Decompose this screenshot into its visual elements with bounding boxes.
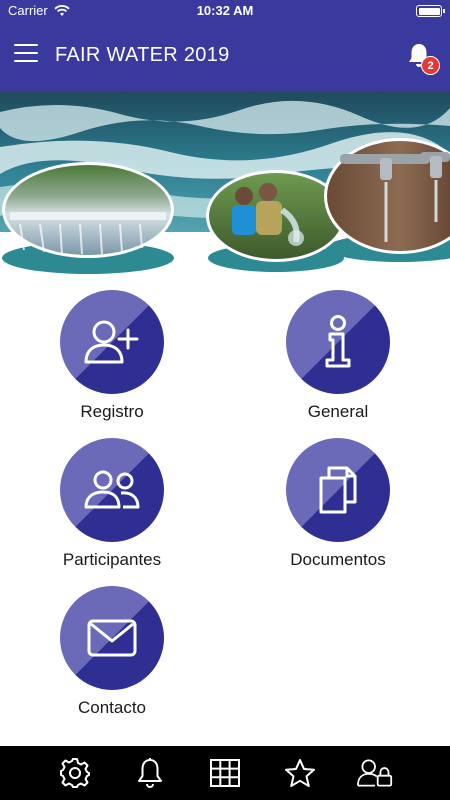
user-lock-icon: [356, 759, 392, 787]
registro-label: Registro: [80, 402, 144, 421]
app-bar: FAIR WATER 2019 2: [0, 22, 450, 92]
status-time: 10:32 AM: [196, 3, 254, 18]
menu-item-general[interactable]: General: [238, 290, 438, 422]
menu-button[interactable]: [14, 44, 38, 66]
status-bar: Carrier 10:32 AM: [0, 0, 450, 22]
menu-item-documentos[interactable]: Documentos: [238, 438, 438, 570]
documentos-label: Documentos: [290, 550, 386, 569]
general-label: General: [307, 402, 369, 421]
app-title: FAIR WATER 2019: [55, 44, 230, 66]
contacto-label: Contacto: [77, 698, 147, 717]
settings-icon: [60, 758, 91, 788]
documents-icon: [319, 466, 357, 514]
users-icon: [84, 470, 140, 509]
bell-icon: [138, 758, 163, 788]
mail-icon: [87, 619, 137, 657]
registro-circle: [60, 290, 164, 394]
menu-item-contacto[interactable]: Contacto: [12, 586, 212, 718]
star-icon: [284, 759, 315, 787]
add-user-icon: [84, 320, 139, 364]
tab-notifications[interactable]: [132, 755, 168, 791]
grid-icon: [209, 759, 240, 787]
notification-badge: 2: [421, 56, 440, 75]
documentos-circle: [286, 438, 390, 542]
general-circle: [286, 290, 390, 394]
bottom-tab-bar: [0, 746, 450, 800]
info-icon: [325, 315, 351, 368]
menu-item-registro[interactable]: Registro: [12, 290, 212, 422]
participantes-label: Participantes: [62, 550, 162, 569]
participantes-circle: [60, 438, 164, 542]
menu-item-participantes[interactable]: Participantes: [12, 438, 212, 570]
tab-favorites[interactable]: [282, 755, 318, 791]
tab-account[interactable]: [356, 755, 393, 791]
contacto-circle: [60, 586, 164, 690]
battery-icon: [416, 5, 445, 17]
tab-grid[interactable]: [207, 755, 243, 791]
water-banner-image: [0, 92, 450, 282]
notifications-button[interactable]: 2: [406, 40, 440, 75]
tab-settings[interactable]: [57, 755, 93, 791]
